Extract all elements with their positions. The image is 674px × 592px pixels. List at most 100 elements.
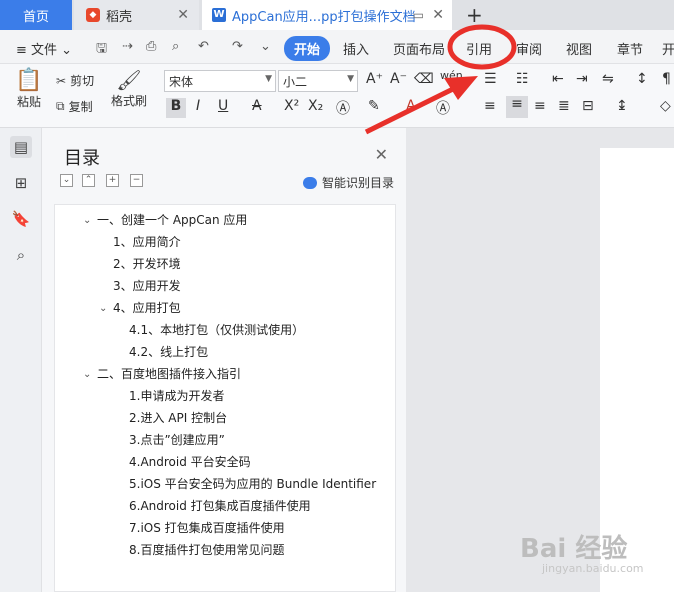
menu-chapter[interactable]: 章节 [617,39,643,58]
tab-daoke-label: 稻壳 [106,9,133,25]
tab-home-label: 首页 [22,9,49,25]
bold-button[interactable]: B [166,98,186,118]
menu-references[interactable]: 引用 [466,39,492,58]
menu-view[interactable]: 视图 [566,39,592,58]
undo-icon[interactable]: ↶ [198,39,209,54]
document-area[interactable] [406,128,674,592]
toc-item[interactable]: 2、开发环境 [113,255,181,272]
print-icon[interactable]: ⎙ [146,39,156,54]
font-color-icon[interactable]: A [406,98,416,114]
toc-item[interactable]: 二、百度地图插件接入指引 [97,365,241,382]
text-effect-icon[interactable]: Ⓐ [336,98,350,118]
pin-icon[interactable]: ▭ [413,8,424,22]
decrease-indent-icon[interactable]: ⇤ [552,71,564,87]
toc-panel-icon[interactable]: ▤ [10,136,32,158]
justify-icon[interactable]: ≣ [558,98,570,114]
tab-daoke[interactable]: ◆ 稻壳 ✕ [74,0,199,30]
paragraph-mark-icon[interactable]: ¶ [662,71,671,87]
format-painter-button[interactable]: 🖌 格式刷 [110,68,148,109]
chinese-layout-icon[interactable]: ⇋ [602,71,614,87]
document-page[interactable] [600,148,674,592]
align-left-icon[interactable]: ≡ [484,98,496,114]
format-painter-label: 格式刷 [110,94,147,108]
save-icon[interactable]: 🖫 [96,39,107,61]
shrink-font-icon[interactable]: A⁻ [390,71,407,87]
tab-bar: 首页 ◆ 稻壳 ✕ W AppCan应用...pp打包操作文档 ▭ ✕ + [0,0,674,30]
italic-button[interactable]: I [196,98,200,114]
toc-item[interactable]: 4、应用打包 [113,299,181,316]
baidu-watermark-url: jingyan.baidu.com [542,562,644,575]
toc-item[interactable]: 5.iOS 平台安全码为应用的 Bundle Identifier [129,475,376,492]
toc-item[interactable]: 3.点击”创建应用” [129,431,225,448]
close-icon[interactable]: ✕ [177,7,189,23]
toc-item[interactable]: 3、应用开发 [113,277,181,294]
bookmark-icon[interactable]: 🔖 [10,208,32,230]
char-border-icon[interactable]: Ⓐ [436,98,450,118]
toc-item[interactable]: 1.申请成为开发者 [129,387,224,404]
menu-page-layout[interactable]: 页面布局 [393,39,445,58]
preview-icon[interactable]: ⌕ [172,39,179,54]
chevron-down-icon[interactable]: ⌄ [99,303,107,314]
increase-indent-icon[interactable]: ⇥ [576,71,588,87]
more-icon[interactable]: ⌄ [260,39,271,54]
cut-button[interactable]: ✂ 剪切 [56,72,94,89]
toc-item[interactable]: 4.2、线上打包 [129,343,208,360]
font-name-select[interactable]: 宋体 ▼ [164,70,276,92]
copy-icon: ⧉ [56,99,65,113]
left-toolbar: ▤ ⊞ 🔖 ⌕ [0,128,42,592]
add-item-icon[interactable]: + [106,174,119,187]
chapter-nav-icon[interactable]: ⊞ [10,172,32,194]
highlight-icon[interactable]: ✎ [368,98,380,114]
paste-button[interactable]: 📋 粘贴 [12,68,46,110]
chevron-down-icon: ▼ [265,74,272,84]
numbered-list-icon[interactable]: ☷ [516,71,529,87]
font-name-value: 宋体 [169,75,194,89]
menu-file[interactable]: ≡ 文件 ⌄ [16,39,72,58]
shading-icon[interactable]: ◇ [660,98,671,114]
subscript-button[interactable]: X₂ [308,98,323,114]
word-doc-icon: W [212,8,226,22]
toc-item[interactable]: 4.1、本地打包（仅供测试使用） [129,321,304,338]
font-size-select[interactable]: 小二 ▼ [278,70,358,92]
chevron-down-icon[interactable]: ⌄ [83,215,91,226]
close-icon[interactable]: ✕ [375,145,388,164]
toc-item[interactable]: 4.Android 平台安全码 [129,453,251,470]
toc-item[interactable]: 1、应用简介 [113,233,181,250]
menu-start[interactable]: 开始 [284,36,331,61]
search-icon[interactable]: ⌕ [10,244,32,266]
toc-item[interactable]: 2.进入 API 控制台 [129,409,227,426]
remove-item-icon[interactable]: − [130,174,143,187]
tab-home[interactable]: 首页 [0,0,72,30]
toc-item[interactable]: 6.Android 打包集成百度插件使用 [129,497,311,514]
chevron-down-icon[interactable]: ⌄ [83,369,91,380]
toc-item[interactable]: 8.百度插件打包使用常见问题 [129,541,284,558]
toc-item[interactable]: 一、创建一个 AppCan 应用 [97,211,247,228]
toc-item[interactable]: 7.iOS 打包集成百度插件使用 [129,519,285,536]
new-tab-button[interactable]: + [466,3,483,27]
copy-button[interactable]: ⧉ 复制 [56,98,93,115]
tab-document[interactable]: W AppCan应用...pp打包操作文档 ▭ ✕ [202,0,452,30]
superscript-button[interactable]: X² [284,98,299,114]
phonetic-icon[interactable]: wén [440,69,463,82]
smart-toc-button[interactable]: 智能识别目录 [302,174,394,191]
menu-extra[interactable]: 开 [662,39,674,58]
sort-icon[interactable]: ↕ [636,71,648,87]
collapse-all-icon[interactable]: ⌃ [82,174,95,187]
close-icon[interactable]: ✕ [432,7,444,23]
export-icon[interactable]: ⇢ [122,39,133,54]
menu-insert[interactable]: 插入 [343,39,369,58]
align-center-icon[interactable]: ≡ [506,96,528,118]
strikethrough-button[interactable]: A [252,98,262,114]
clear-format-icon[interactable]: ⌫ [414,71,434,87]
distributed-align-icon[interactable]: ⊟ [582,98,594,114]
menu-review[interactable]: 审阅 [516,39,542,58]
copy-label: 复制 [68,100,93,114]
bullet-list-icon[interactable]: ☰ [484,71,497,87]
paste-label: 粘贴 [16,95,41,109]
redo-icon[interactable]: ↷ [232,39,243,54]
align-right-icon[interactable]: ≡ [534,98,546,114]
grow-font-icon[interactable]: A⁺ [366,71,383,87]
line-spacing-icon[interactable]: ↨ [616,98,628,114]
underline-button[interactable]: U [218,98,228,114]
expand-all-icon[interactable]: ⌄ [60,174,73,187]
